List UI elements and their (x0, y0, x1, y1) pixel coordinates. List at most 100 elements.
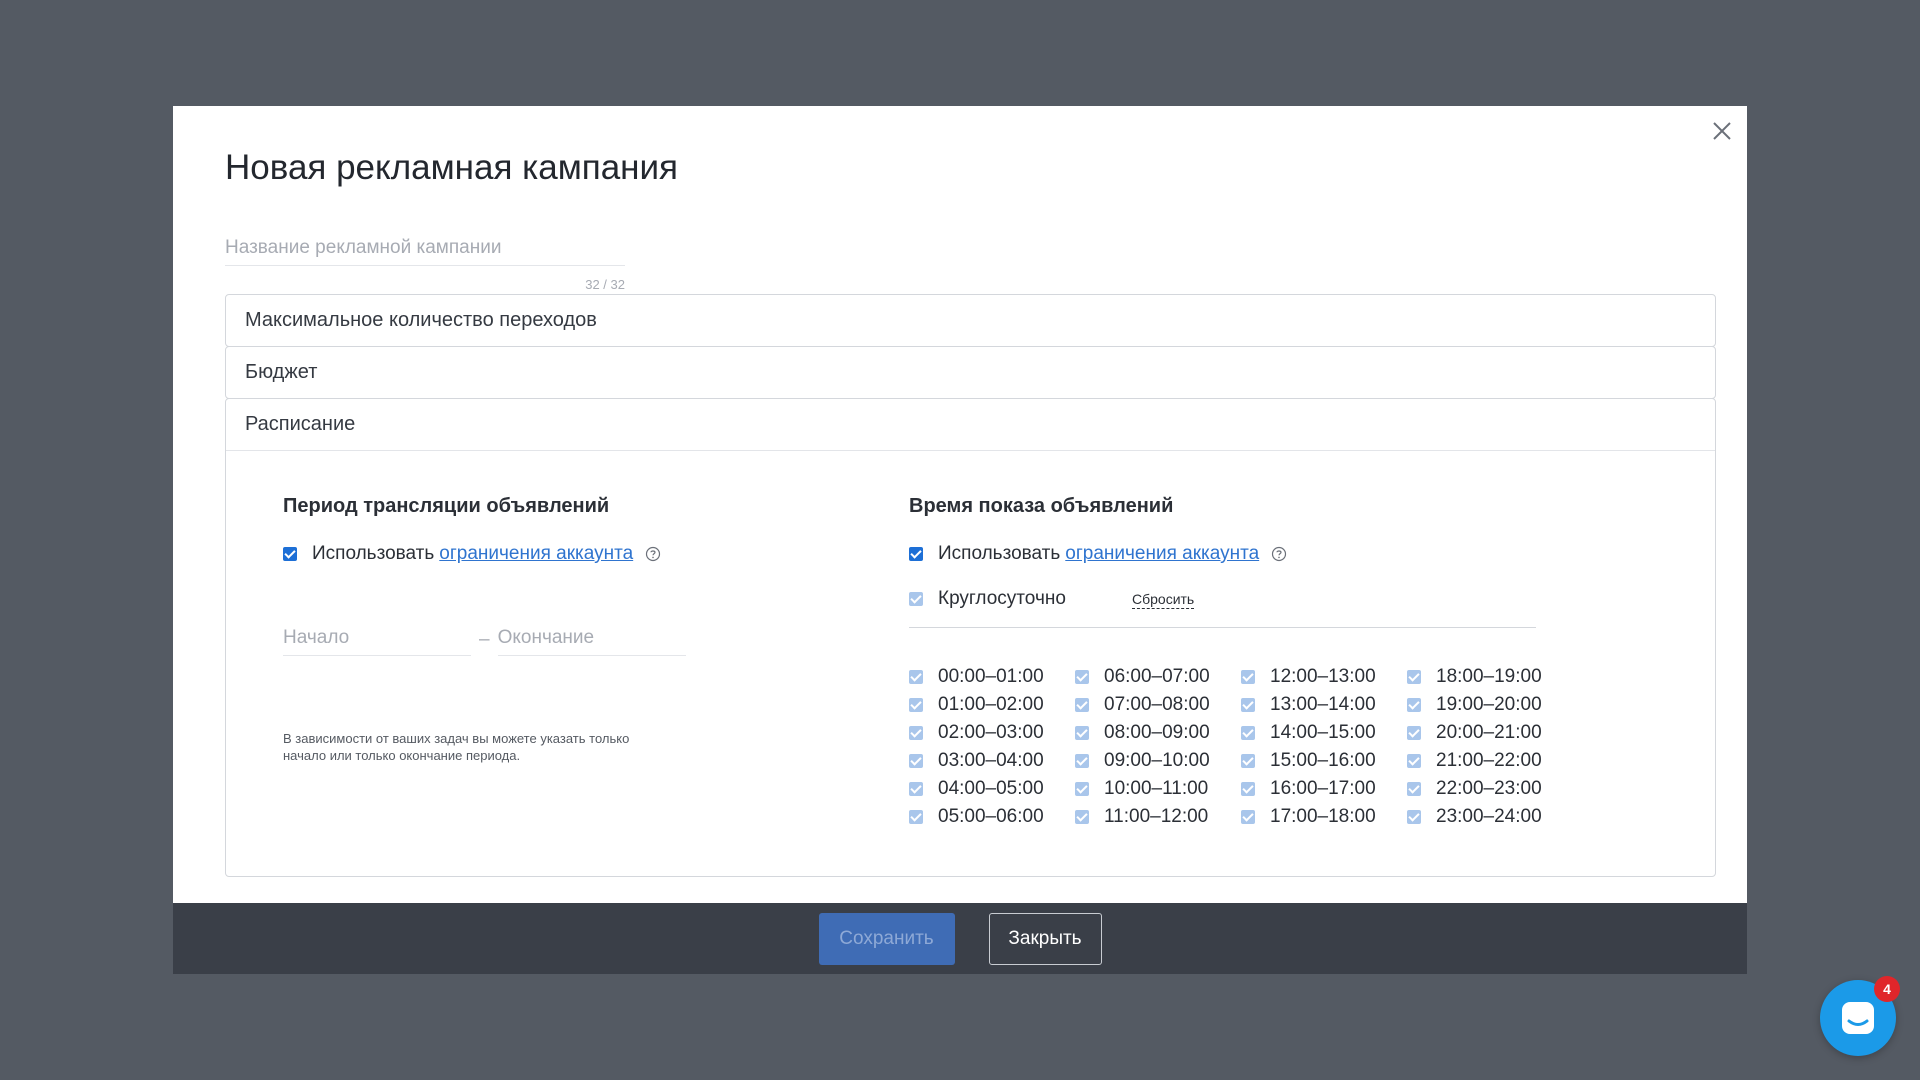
time-use-limits-checkbox[interactable] (909, 547, 923, 561)
hour-slot-checkbox[interactable] (1241, 726, 1255, 740)
name-char-counter: 32 / 32 (585, 277, 625, 292)
hour-slot-checkbox[interactable] (1075, 782, 1089, 796)
around-clock-checkbox[interactable] (909, 592, 923, 606)
hour-slot-checkbox[interactable] (1407, 782, 1421, 796)
hour-slot[interactable]: 03:00–04:00 (909, 747, 1075, 775)
hour-slot-label: 23:00–24:00 (1436, 806, 1542, 827)
hour-slot-checkbox[interactable] (909, 698, 923, 712)
hour-slot[interactable]: 18:00–19:00 (1407, 663, 1573, 691)
period-date-range: – (283, 623, 686, 656)
hour-slot-checkbox[interactable] (1407, 726, 1421, 740)
end-date-input[interactable] (497, 623, 686, 656)
hour-slot-checkbox[interactable] (1075, 754, 1089, 768)
time-account-limits-link[interactable]: ограничения аккаунта (1065, 543, 1259, 565)
around-clock-label: Круглосуточно (938, 588, 1066, 609)
start-date-input[interactable] (283, 623, 471, 656)
close-icon[interactable] (1711, 120, 1733, 142)
hour-slot-checkbox[interactable] (1241, 810, 1255, 824)
hour-slot[interactable]: 19:00–20:00 (1407, 691, 1573, 719)
schedule-body: Период трансляции объявлений Использоват… (226, 451, 1715, 876)
time-use-label: Использовать (938, 543, 1061, 564)
hour-slot-label: 10:00–11:00 (1104, 778, 1209, 799)
hour-slot-label: 08:00–09:00 (1104, 722, 1210, 743)
hour-slot-checkbox[interactable] (1075, 670, 1089, 684)
help-icon[interactable] (1271, 546, 1287, 562)
hour-slot-label: 03:00–04:00 (938, 750, 1044, 771)
campaign-name-input[interactable] (225, 233, 625, 266)
period-hint: В зависимости от ваших задач вы можете у… (283, 731, 630, 763)
help-icon[interactable] (645, 546, 661, 562)
settings-accordion: Максимальное количество переходов Бюджет… (225, 294, 1716, 877)
hour-slot[interactable]: 00:00–01:00 (909, 663, 1075, 691)
hour-slot[interactable]: 16:00–17:00 (1241, 775, 1407, 803)
hour-slot-label: 05:00–06:00 (938, 806, 1044, 827)
save-button[interactable]: Сохранить (818, 912, 955, 965)
period-account-limits-link[interactable]: ограничения аккаунта (439, 543, 633, 565)
section-budget-header[interactable]: Бюджет (226, 347, 1715, 398)
hour-slot[interactable]: 15:00–16:00 (1241, 747, 1407, 775)
period-use-limits-checkbox[interactable] (283, 547, 297, 561)
dialog-title: Новая рекламная кампания (225, 148, 679, 187)
broadcast-period: Период трансляции объявлений Использоват… (283, 495, 703, 763)
time-use-account-limits: Использовать ограничения аккаунта (909, 542, 1539, 566)
around-clock-row: Круглосуточно Сбросить (909, 587, 1536, 628)
chat-widget-button[interactable]: 4 (1820, 976, 1900, 1056)
hour-slot[interactable]: 04:00–05:00 (909, 775, 1075, 803)
hour-slot[interactable]: 02:00–03:00 (909, 719, 1075, 747)
hour-slot[interactable]: 21:00–22:00 (1407, 747, 1573, 775)
hour-slot[interactable]: 09:00–10:00 (1075, 747, 1241, 775)
hour-slot-checkbox[interactable] (909, 726, 923, 740)
hour-slot[interactable]: 14:00–15:00 (1241, 719, 1407, 747)
hour-slot[interactable]: 06:00–07:00 (1075, 663, 1241, 691)
hour-slot-checkbox[interactable] (1407, 698, 1421, 712)
hour-slot-checkbox[interactable] (1241, 698, 1255, 712)
section-schedule-header[interactable]: Расписание (226, 399, 1715, 451)
hour-slot-label: 02:00–03:00 (938, 722, 1044, 743)
hour-slot-checkbox[interactable] (1407, 670, 1421, 684)
dialog-footer: Сохранить Закрыть (173, 903, 1747, 974)
hour-slot-checkbox[interactable] (909, 754, 923, 768)
hour-slot[interactable]: 11:00–12:00 (1075, 803, 1241, 831)
period-use-account-limits: Использовать ограничения аккаунта (283, 542, 703, 566)
hour-slot[interactable]: 05:00–06:00 (909, 803, 1075, 831)
hour-slot[interactable]: 07:00–08:00 (1075, 691, 1241, 719)
show-time: Время показа объявлений Использовать огр… (909, 495, 1542, 827)
around-clock-option: Круглосуточно (909, 587, 1132, 611)
period-use-label: Использовать (312, 543, 435, 564)
hour-slot-checkbox[interactable] (1241, 754, 1255, 768)
hour-slot-label: 09:00–10:00 (1104, 750, 1210, 771)
chat-icon (1842, 1002, 1874, 1034)
hour-slot[interactable]: 23:00–24:00 (1407, 803, 1573, 831)
hour-slot-checkbox[interactable] (1075, 726, 1089, 740)
hour-slot-checkbox[interactable] (1075, 698, 1089, 712)
hour-slot[interactable]: 22:00–23:00 (1407, 775, 1573, 803)
section-budget: Бюджет (225, 346, 1716, 399)
section-max-clicks-header[interactable]: Максимальное количество переходов (226, 295, 1715, 346)
hour-slot-label: 15:00–16:00 (1270, 750, 1376, 771)
hour-slot[interactable]: 17:00–18:00 (1241, 803, 1407, 831)
hour-slot[interactable]: 20:00–21:00 (1407, 719, 1573, 747)
hour-slot[interactable]: 08:00–09:00 (1075, 719, 1241, 747)
hour-slot-checkbox[interactable] (909, 782, 923, 796)
reset-button[interactable]: Сбросить (1132, 590, 1195, 609)
hour-slot-checkbox[interactable] (909, 810, 923, 824)
hour-slot-label: 11:00–12:00 (1104, 806, 1209, 827)
hour-slot-label: 19:00–20:00 (1436, 694, 1542, 715)
hour-slot[interactable]: 13:00–14:00 (1241, 691, 1407, 719)
hour-slot[interactable]: 01:00–02:00 (909, 691, 1075, 719)
hour-slot-checkbox[interactable] (1075, 810, 1089, 824)
date-range-dash: – (479, 628, 490, 650)
hour-slot-label: 22:00–23:00 (1436, 778, 1542, 799)
hour-slot-label: 17:00–18:00 (1270, 806, 1376, 827)
close-button[interactable]: Закрыть (988, 912, 1102, 965)
hour-slot-checkbox[interactable] (1407, 754, 1421, 768)
hour-slot-checkbox[interactable] (1407, 810, 1421, 824)
hour-slot-checkbox[interactable] (1241, 670, 1255, 684)
hour-slot[interactable]: 12:00–13:00 (1241, 663, 1407, 691)
hour-slot-checkbox[interactable] (1241, 782, 1255, 796)
section-max-clicks: Максимальное количество переходов (225, 294, 1716, 347)
hour-slot-checkbox[interactable] (909, 670, 923, 684)
hour-slot-label: 04:00–05:00 (938, 778, 1044, 799)
hour-slot[interactable]: 10:00–11:00 (1075, 775, 1241, 803)
hour-slot-label: 07:00–08:00 (1104, 694, 1210, 715)
